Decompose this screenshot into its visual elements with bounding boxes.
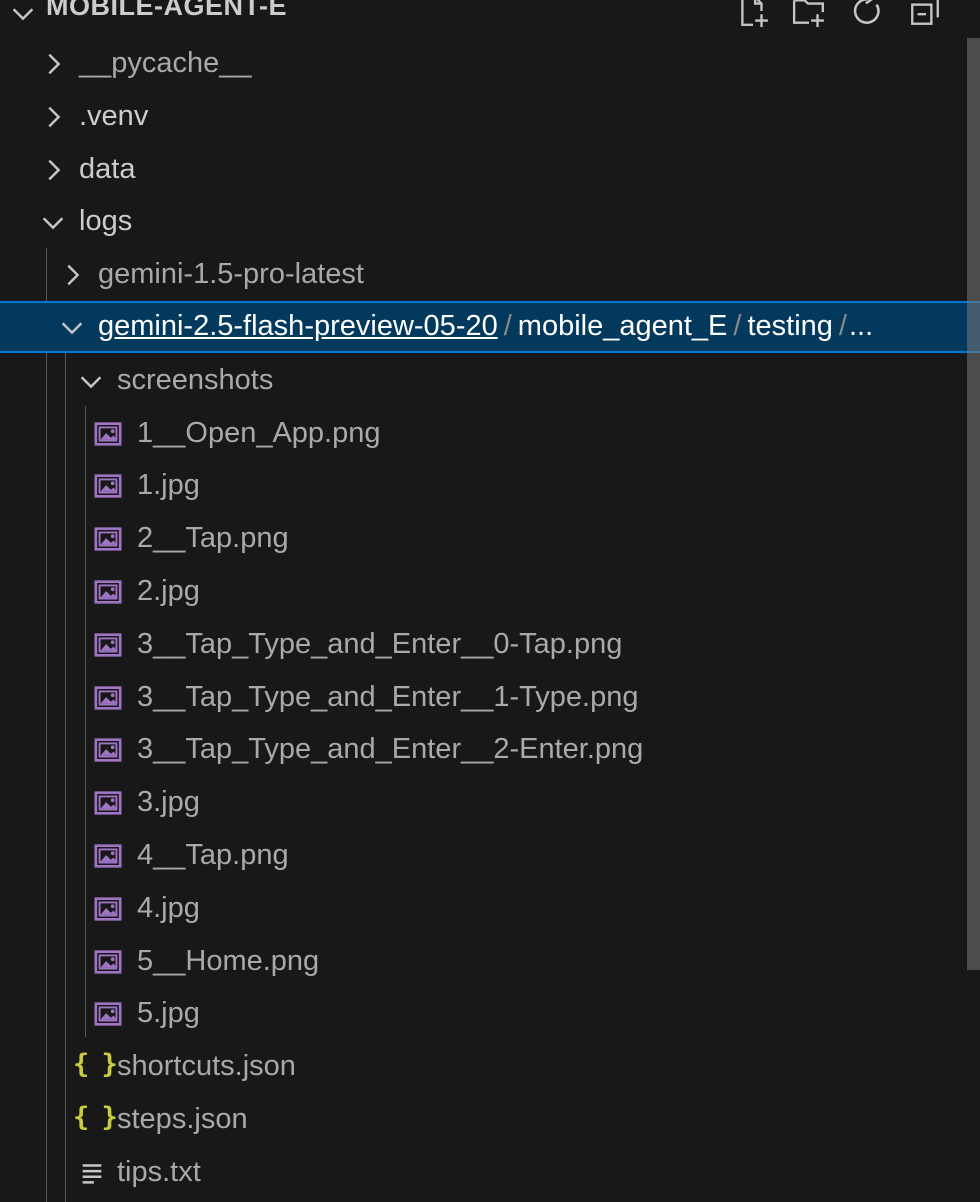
path-separator: / bbox=[838, 310, 847, 342]
tree-item-label: 3__Tap_Type_and_Enter__1-Type.png bbox=[137, 681, 639, 713]
compact-folder-path: gemini-2.5-flash-preview-05-20/mobile_ag… bbox=[98, 310, 873, 343]
image-file-icon bbox=[92, 841, 124, 871]
path-segment[interactable]: gemini-2.5-flash-preview-05-20 bbox=[98, 310, 498, 342]
tree-item-label: __pycache__ bbox=[79, 47, 252, 79]
tree-item-screenshots[interactable]: screenshots bbox=[0, 355, 980, 407]
tree-item-label: shortcuts.json bbox=[117, 1050, 296, 1082]
scrollbar-thumb[interactable] bbox=[967, 38, 980, 970]
tree-file-item[interactable]: 3.jpg bbox=[0, 777, 980, 829]
chevron-down-icon bbox=[38, 207, 68, 237]
tree-file-item[interactable]: 3__Tap_Type_and_Enter__0-Tap.png bbox=[0, 619, 980, 671]
path-separator: / bbox=[733, 310, 742, 342]
tree-file-item-tips[interactable]: tips.txt bbox=[0, 1147, 980, 1199]
image-file-icon bbox=[92, 419, 124, 449]
path-segment[interactable]: testing bbox=[747, 310, 832, 342]
tree-item-label: 2.jpg bbox=[137, 575, 200, 607]
tree-file-item[interactable]: 2.jpg bbox=[0, 566, 980, 618]
tree-item-gemini-1-5[interactable]: gemini-1.5-pro-latest bbox=[0, 249, 980, 301]
tree-item-selected-path[interactable]: gemini-2.5-flash-preview-05-20/mobile_ag… bbox=[0, 301, 980, 353]
image-file-icon bbox=[92, 894, 124, 924]
tree-item-label: 3__Tap_Type_and_Enter__0-Tap.png bbox=[137, 628, 623, 660]
path-ellipsis: ... bbox=[848, 310, 874, 342]
tree-item-label: 4__Tap.png bbox=[137, 839, 289, 871]
tree-file-item[interactable]: 1.jpg bbox=[0, 460, 980, 512]
image-file-icon bbox=[92, 735, 124, 765]
tree-file-item[interactable]: 2__Tap.png bbox=[0, 513, 980, 565]
tree-item-pycache[interactable]: __pycache__ bbox=[0, 38, 980, 90]
tree-item-label: steps.json bbox=[117, 1103, 248, 1135]
text-file-icon bbox=[82, 1164, 102, 1184]
tree-item-label: screenshots bbox=[117, 364, 274, 396]
json-file-icon: { } bbox=[73, 1049, 118, 1080]
image-file-icon bbox=[92, 947, 124, 977]
tree-file-item[interactable]: 1__Open_App.png bbox=[0, 408, 980, 460]
tree-file-item[interactable]: 5__Home.png bbox=[0, 936, 980, 988]
image-file-icon bbox=[92, 471, 124, 501]
tree-item-label: .venv bbox=[79, 100, 149, 132]
tree-item-label: 4.jpg bbox=[137, 892, 200, 924]
tree-item-label: data bbox=[79, 153, 136, 185]
tree-item-label: 5.jpg bbox=[137, 997, 200, 1029]
tree-item-logs[interactable]: logs bbox=[0, 196, 980, 248]
tree-file-item[interactable]: 3__Tap_Type_and_Enter__1-Type.png bbox=[0, 672, 980, 724]
file-tree: __pycache__ .venv data logs gemini-1.5-p… bbox=[0, 0, 980, 1202]
image-file-icon bbox=[92, 524, 124, 554]
image-file-icon bbox=[92, 788, 124, 818]
tree-item-label: tips.txt bbox=[117, 1156, 201, 1188]
path-separator: / bbox=[503, 310, 512, 342]
image-file-icon bbox=[92, 630, 124, 660]
tree-item-label: 1.jpg bbox=[137, 469, 200, 501]
path-segment[interactable]: mobile_agent_E bbox=[518, 310, 728, 342]
tree-file-item[interactable]: 4.jpg bbox=[0, 883, 980, 935]
chevron-right-icon bbox=[38, 49, 68, 79]
chevron-right-icon bbox=[38, 155, 68, 185]
image-file-icon bbox=[92, 683, 124, 713]
tree-item-label: gemini-1.5-pro-latest bbox=[98, 258, 364, 290]
json-file-icon: { } bbox=[73, 1102, 118, 1133]
chevron-down-icon bbox=[76, 366, 106, 396]
tree-file-item[interactable]: 4__Tap.png bbox=[0, 830, 980, 882]
tree-file-item-shortcuts[interactable]: { } shortcuts.json bbox=[0, 1041, 980, 1093]
chevron-right-icon bbox=[38, 102, 68, 132]
tree-item-label: 5__Home.png bbox=[137, 945, 320, 977]
tree-item-label: logs bbox=[79, 205, 133, 237]
tree-item-label: 1__Open_App.png bbox=[137, 417, 381, 449]
chevron-down-icon bbox=[57, 312, 87, 342]
tree-item-label: 3__Tap_Type_and_Enter__2-Enter.png bbox=[137, 733, 644, 765]
tree-item-label: 2__Tap.png bbox=[137, 522, 289, 554]
image-file-icon bbox=[92, 999, 124, 1029]
tree-item-venv[interactable]: .venv bbox=[0, 91, 980, 143]
tree-file-item[interactable]: 3__Tap_Type_and_Enter__2-Enter.png bbox=[0, 724, 980, 776]
tree-file-item[interactable]: 5.jpg bbox=[0, 988, 980, 1040]
tree-item-data[interactable]: data bbox=[0, 144, 980, 196]
chevron-right-icon bbox=[57, 260, 87, 290]
tree-file-item-steps[interactable]: { } steps.json bbox=[0, 1094, 980, 1146]
tree-item-label: 3.jpg bbox=[137, 786, 200, 818]
image-file-icon bbox=[92, 577, 124, 607]
